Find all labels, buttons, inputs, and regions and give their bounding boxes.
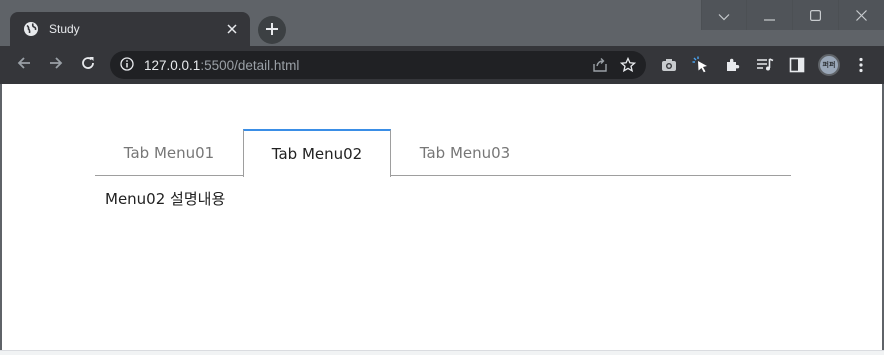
address-url[interactable]: 127.0.0.1:5500/detail.html — [144, 58, 299, 73]
side-panel-icon[interactable] — [784, 52, 810, 78]
close-icon[interactable] — [224, 21, 240, 37]
media-playlist-icon[interactable] — [752, 52, 778, 78]
star-icon[interactable] — [618, 55, 638, 75]
tab-content-text: Menu02 설명내용 — [105, 190, 226, 208]
cursor-click-icon[interactable] — [688, 52, 714, 78]
tab-menu01[interactable]: Tab Menu01 — [95, 129, 243, 176]
address-bar[interactable]: 127.0.0.1:5500/detail.html — [110, 51, 646, 79]
puzzle-icon[interactable] — [720, 52, 746, 78]
share-icon[interactable] — [590, 55, 610, 75]
minimize-icon — [764, 6, 775, 25]
minimize-button[interactable] — [746, 0, 792, 30]
maximize-button[interactable] — [792, 0, 838, 30]
reload-button[interactable] — [72, 49, 104, 81]
tab-menu02[interactable]: Tab Menu02 — [243, 129, 391, 177]
back-button[interactable] — [8, 49, 40, 81]
info-icon[interactable] — [120, 56, 134, 75]
profile-button[interactable]: 퍼퍼 — [816, 52, 842, 78]
avatar: 퍼퍼 — [818, 54, 840, 76]
window-bottom-edge — [0, 350, 884, 355]
more-vert-icon[interactable] — [848, 52, 874, 78]
window-controls — [701, 0, 884, 30]
plus-icon — [265, 21, 279, 40]
extensions-area: 퍼퍼 — [656, 46, 874, 84]
new-tab-button[interactable] — [258, 16, 286, 44]
arrow-right-icon — [48, 55, 64, 75]
url-host: 127.0.0.1 — [144, 57, 201, 73]
reload-icon — [80, 55, 96, 75]
tab-title: Study — [49, 22, 80, 36]
forward-button[interactable] — [40, 49, 72, 81]
chevron-down-icon — [718, 6, 730, 25]
browser-title-bar: Study — [0, 0, 884, 46]
maximize-icon — [810, 6, 822, 25]
page-viewport: Tab Menu01 Tab Menu02 Tab Menu03 Menu02 … — [2, 84, 882, 350]
window-close-button[interactable] — [838, 0, 884, 30]
tab-menu: Tab Menu01 Tab Menu02 Tab Menu03 — [95, 129, 791, 177]
browser-tab[interactable]: Study — [10, 12, 250, 46]
close-icon — [856, 6, 867, 25]
camera-icon[interactable] — [656, 52, 682, 78]
browser-toolbar: 127.0.0.1:5500/detail.html 퍼퍼 — [0, 46, 884, 84]
url-path: :5500/detail.html — [200, 57, 300, 73]
tab-search-button[interactable] — [701, 0, 746, 30]
tab-menu03[interactable]: Tab Menu03 — [391, 129, 539, 176]
globe-icon — [23, 21, 39, 37]
arrow-left-icon — [16, 55, 32, 75]
